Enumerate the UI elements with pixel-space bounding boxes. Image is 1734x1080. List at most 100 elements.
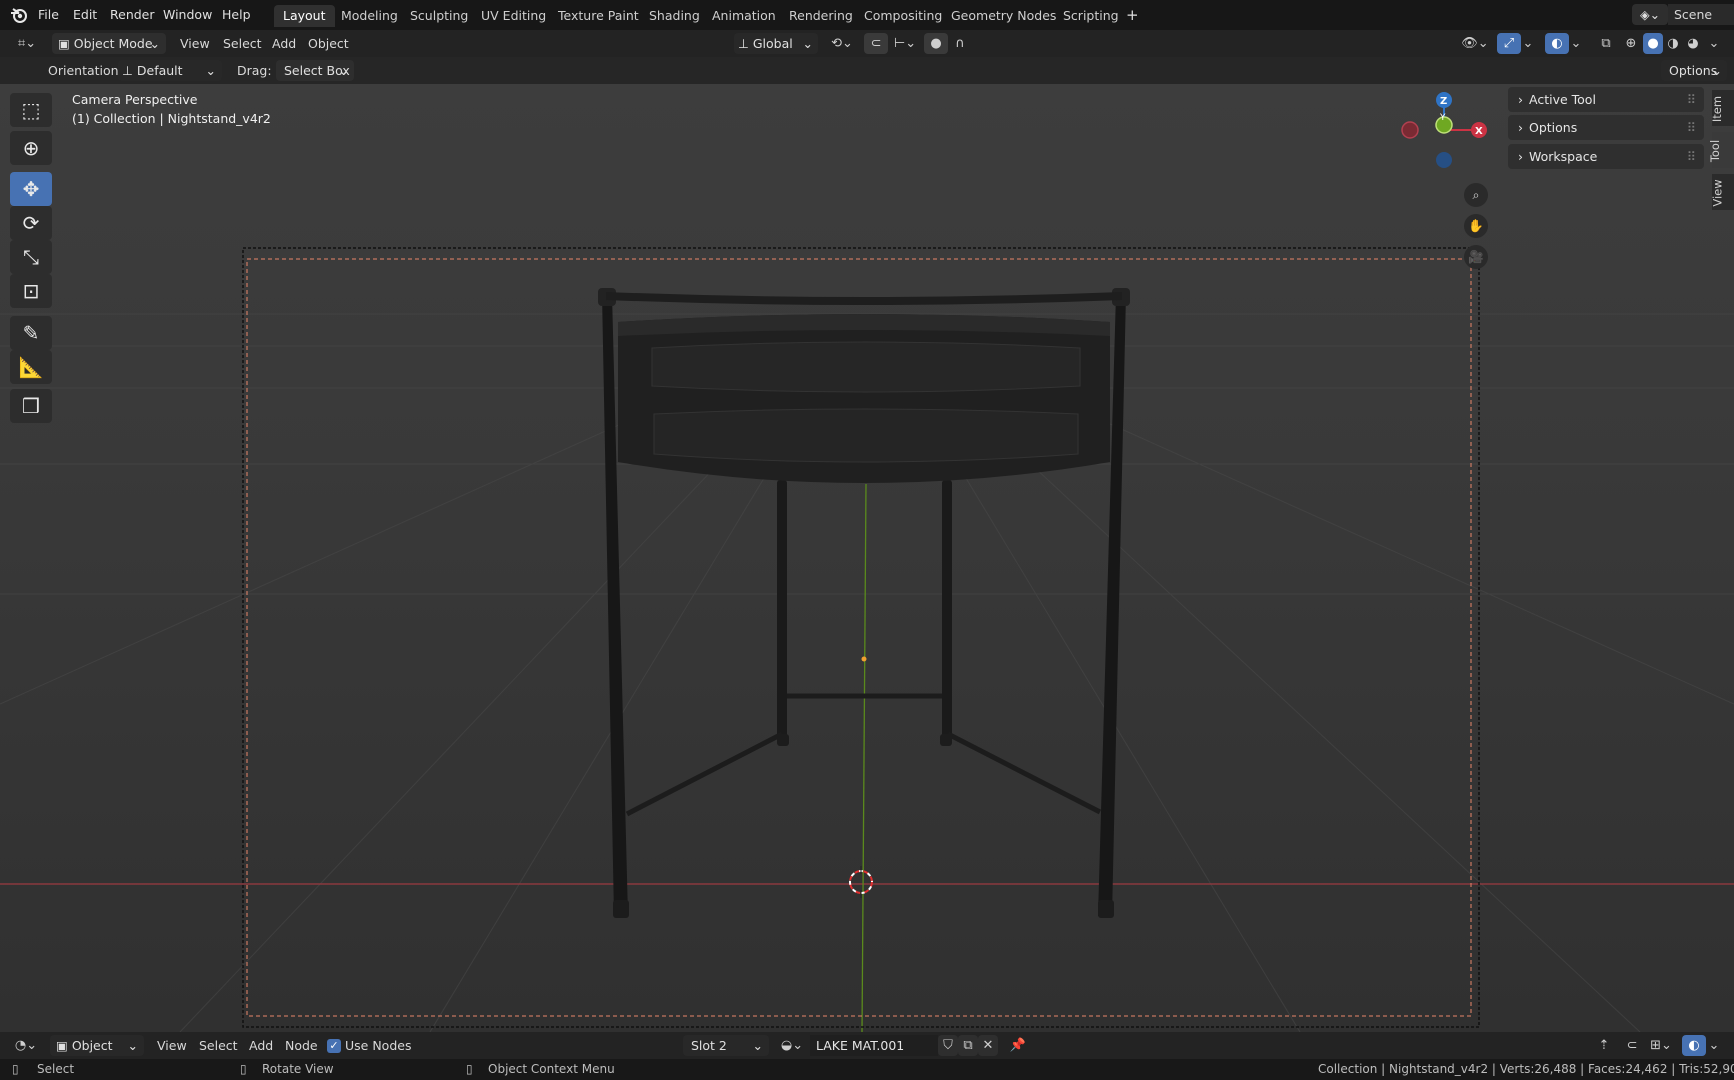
panel-workspace-label: Workspace [1529, 149, 1598, 164]
tab-item[interactable]: Item [1710, 90, 1734, 126]
wireframe-shading-icon[interactable]: ⊕ [1621, 33, 1641, 54]
material-shading-icon[interactable]: ◑ [1663, 33, 1683, 54]
tab-compositing[interactable]: Compositing [855, 5, 951, 27]
panel-options[interactable]: › Options ⠿ [1508, 115, 1704, 140]
chevron-down-icon[interactable]: ⌄ [1569, 33, 1583, 54]
move-icon[interactable]: ✥ [10, 172, 52, 206]
footer-menu-node[interactable]: Node [285, 1035, 318, 1056]
mode-selector[interactable]: ▣ Object Mode ⌄ [52, 33, 166, 54]
gizmo-toggle-icon[interactable]: ⤢ [1497, 33, 1521, 54]
tab-shading[interactable]: Shading [640, 5, 709, 27]
chevron-down-icon: ⌄ [802, 36, 813, 51]
header-menu-view[interactable]: View [180, 33, 210, 54]
shader-type-dropdown[interactable]: ▣ Object ⌄ [50, 1035, 144, 1056]
orientation-icon: ⊥ [738, 36, 749, 51]
material-browse-icon[interactable]: ◒⌄ [776, 1035, 808, 1056]
orientation-dropdown[interactable]: ⊥ Default ⌄ [118, 60, 222, 81]
options-dropdown[interactable]: Options ⌄ [1661, 60, 1727, 81]
tab-uv-editing[interactable]: UV Editing [472, 5, 555, 27]
annotate-icon[interactable]: ✎ [10, 316, 52, 350]
select-box-icon[interactable]: ⬚ [10, 93, 52, 127]
drag-handle-icon[interactable]: ⠿ [1687, 144, 1696, 169]
parent-node-icon[interactable]: ⇡ [1592, 1035, 1616, 1056]
rendered-shading-icon[interactable]: ◕ [1683, 33, 1703, 54]
y-axis-line [861, 483, 867, 1032]
visibility-icon[interactable]: 👁⌄ [1460, 33, 1490, 54]
footer-menu-select[interactable]: Select [199, 1035, 238, 1056]
header-menu-add[interactable]: Add [272, 33, 296, 54]
navigation-gizmo[interactable]: Z X Y [1396, 90, 1496, 180]
pivot-point-icon[interactable]: ⟲⌄ [826, 33, 858, 54]
use-nodes-checkbox[interactable]: ✓ [327, 1039, 341, 1053]
scene-name[interactable]: Scene [1668, 4, 1734, 25]
falloff-icon[interactable]: ∩ [948, 33, 972, 54]
footer-menu-view[interactable]: View [157, 1035, 187, 1056]
viewport-header: ⌗⌄ ▣ Object Mode ⌄ View Select Add Objec… [0, 30, 1734, 57]
drag-handle-icon[interactable]: ⠿ [1687, 115, 1696, 140]
drag-handle-icon[interactable]: ⠿ [1687, 87, 1696, 112]
menu-help[interactable]: Help [222, 6, 251, 24]
tab-sculpting[interactable]: Sculpting [401, 5, 477, 27]
header-menu-select[interactable]: Select [223, 33, 262, 54]
chevron-down-icon[interactable]: ⌄ [1521, 33, 1535, 54]
tab-animation[interactable]: Animation [703, 5, 785, 27]
menu-file[interactable]: File [38, 6, 59, 24]
panel-workspace[interactable]: › Workspace ⠿ [1508, 144, 1704, 169]
3d-viewport[interactable]: Camera Perspective (1) Collection | Nigh… [0, 84, 1734, 1032]
editor-type-icon[interactable]: ⌗⌄ [12, 33, 42, 54]
snap-toggle-icon[interactable]: ⊂ [864, 33, 888, 54]
material-name-field[interactable]: LAKE MAT.001 [810, 1035, 938, 1056]
tab-tool[interactable]: Tool [1708, 132, 1734, 168]
editor-type-icon[interactable]: ◔⌄ [10, 1035, 42, 1056]
scale-icon[interactable]: ⤡ [10, 240, 52, 274]
slot-label: Slot 2 [691, 1038, 727, 1053]
measure-icon[interactable]: 📐 [10, 350, 52, 384]
footer-menu-add[interactable]: Add [249, 1035, 273, 1056]
solid-shading-icon[interactable]: ● [1643, 33, 1663, 54]
tab-modeling[interactable]: Modeling [332, 5, 407, 27]
tab-tool-label: Tool [1708, 139, 1723, 163]
panel-active-tool[interactable]: › Active Tool ⠿ [1508, 87, 1704, 112]
add-cube-icon[interactable]: ❒ [10, 389, 52, 423]
header-menu-object[interactable]: Object [308, 33, 349, 54]
pin-icon[interactable]: 📌 [1006, 1035, 1030, 1056]
snap-mode-icon[interactable]: ⊞⌄ [1646, 1035, 1676, 1056]
pan-hand-icon[interactable]: ✋ [1464, 214, 1488, 238]
snap-icon[interactable]: ⊂ [1620, 1035, 1644, 1056]
tab-rendering[interactable]: Rendering [780, 5, 862, 27]
snap-target-icon[interactable]: ⊢⌄ [890, 33, 920, 54]
overlays-toggle-icon[interactable]: ◐ [1682, 1035, 1706, 1056]
proportional-edit-icon[interactable]: ● [924, 33, 948, 54]
orientation-label: Orientation: [48, 63, 123, 78]
tab-view[interactable]: View [1711, 174, 1734, 210]
transform-icon[interactable]: ⊡ [10, 274, 52, 308]
camera-view-icon[interactable]: 🎥 [1464, 245, 1488, 269]
add-workspace-button[interactable]: + [1126, 6, 1139, 24]
chevron-right-icon: › [1518, 149, 1523, 164]
tab-layout[interactable]: Layout [274, 5, 335, 27]
tab-scripting[interactable]: Scripting [1054, 5, 1128, 27]
tab-geometry-nodes[interactable]: Geometry Nodes [942, 5, 1065, 27]
rotate-icon[interactable]: ⟳ [10, 206, 52, 240]
chevron-down-icon[interactable]: ⌄ [1706, 1035, 1722, 1056]
xray-toggle-icon[interactable]: ⧉ [1594, 33, 1618, 54]
blender-logo-icon[interactable] [10, 6, 28, 24]
menu-edit[interactable]: Edit [73, 6, 97, 24]
chevron-down-icon: ⌄ [752, 1038, 763, 1053]
fake-user-icon[interactable]: ⛉ [938, 1035, 958, 1056]
drag-dropdown[interactable]: Select Box ⌄ [276, 60, 354, 81]
menu-render[interactable]: Render [110, 6, 155, 24]
chevron-down-icon[interactable]: ⌄ [1706, 33, 1722, 54]
overlays-toggle-icon[interactable]: ◐ [1545, 33, 1569, 54]
menu-window[interactable]: Window [163, 6, 212, 24]
duplicate-icon[interactable]: ⧉ [958, 1035, 978, 1056]
transform-orientation-dropdown[interactable]: ⊥ Global ⌄ [734, 33, 818, 54]
close-icon[interactable]: ✕ [978, 1035, 998, 1056]
3d-cursor-icon[interactable] [849, 866, 873, 898]
object-icon: ▣ [56, 1038, 68, 1053]
scene-selector-button[interactable]: ◈⌄ [1632, 4, 1668, 25]
cursor-icon[interactable]: ⊕ [10, 131, 52, 165]
zoom-icon[interactable]: ⌕ [1464, 183, 1488, 207]
slot-dropdown[interactable]: Slot 2 ⌄ [683, 1035, 769, 1056]
tab-texture-paint[interactable]: Texture Paint [549, 5, 648, 27]
